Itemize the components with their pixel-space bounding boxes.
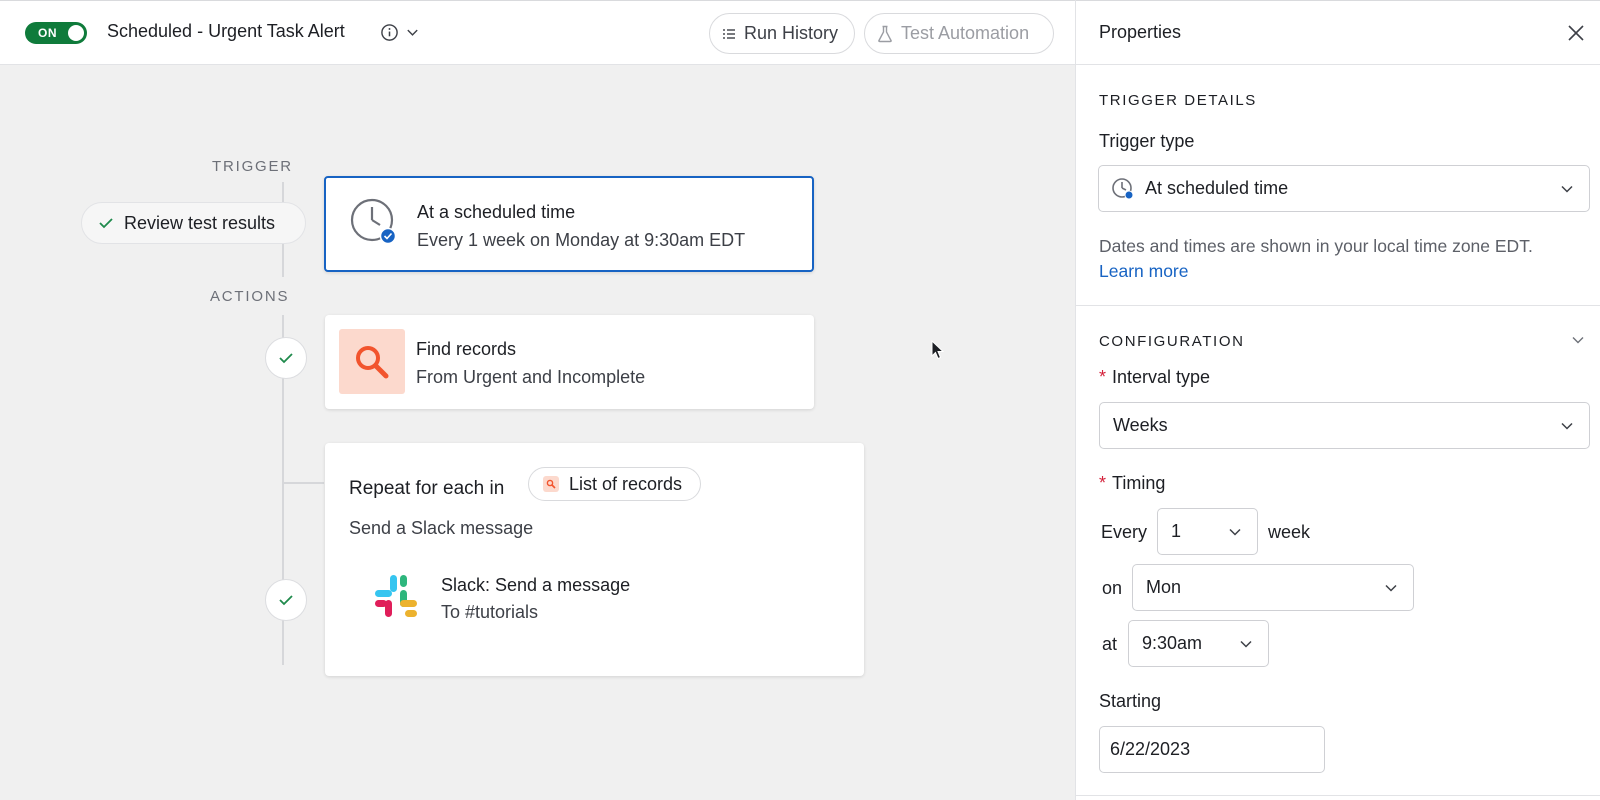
info-icon[interactable] (380, 23, 399, 42)
find-records-card[interactable]: Find records From Urgent and Incomplete (325, 315, 814, 409)
chevron-down-icon (1385, 584, 1397, 592)
panel-title: Properties (1099, 22, 1182, 42)
clock-icon (1112, 177, 1134, 199)
trigger-card-subtitle: Every 1 week on Monday at 9:30am EDT (417, 230, 746, 250)
cursor-icon (931, 340, 945, 360)
at-label: at (1102, 634, 1118, 654)
timing-label-text: Timing (1112, 473, 1166, 493)
day-value: Mon (1146, 577, 1182, 597)
every-value: 1 (1171, 521, 1182, 541)
chevron-down-icon (1229, 528, 1241, 536)
review-test-results-button[interactable]: Review test results (81, 202, 306, 244)
find-records-status (265, 337, 307, 379)
configuration-heading: CONFIGURATION (1099, 333, 1245, 350)
interval-type-label: * Interval type (1099, 367, 1210, 388)
toggle-knob (68, 25, 84, 41)
slack-action-subtitle: To #tutorials (441, 602, 539, 622)
slack-action-status (265, 579, 307, 621)
close-icon[interactable] (1566, 23, 1586, 43)
week-label: week (1268, 522, 1311, 542)
panel-header: Properties (1076, 0, 1600, 65)
timing-label: * Timing (1099, 473, 1165, 494)
interval-type-select[interactable]: Weeks (1099, 402, 1590, 449)
test-automation-label: Test Automation (901, 23, 1030, 43)
repeat-title: Repeat for each in (349, 478, 505, 499)
on-label: on (1102, 578, 1123, 598)
trigger-card[interactable]: At a scheduled time Every 1 week on Mond… (324, 176, 814, 272)
starting-date-value: 6/22/2023 (1110, 739, 1191, 759)
automation-toggle[interactable]: ON (25, 22, 87, 44)
interval-type-label-text: Interval type (1112, 367, 1211, 387)
check-icon (99, 218, 113, 229)
automation-title[interactable]: Scheduled - Urgent Task Alert (107, 21, 345, 42)
search-icon (543, 476, 559, 492)
automation-header: ON Scheduled - Urgent Task Alert Run His… (0, 0, 1075, 65)
flask-icon (878, 25, 892, 42)
slack-icon (375, 575, 417, 617)
check-icon (279, 595, 293, 606)
list-of-records-chip[interactable]: List of records (528, 467, 701, 501)
repeat-connector (282, 482, 324, 484)
chevron-down-icon[interactable] (405, 25, 420, 40)
starting-date-input[interactable]: 6/22/2023 (1099, 726, 1325, 773)
section-divider (1076, 305, 1600, 306)
toggle-label: ON (38, 26, 57, 40)
timezone-help-text: Dates and times are shown in your local … (1099, 236, 1533, 256)
required-marker: * (1099, 367, 1107, 387)
required-marker: * (1099, 473, 1107, 493)
interval-type-value: Weeks (1113, 415, 1168, 435)
chevron-down-icon (1561, 185, 1573, 193)
day-select[interactable]: Mon (1132, 564, 1414, 611)
run-history-button[interactable]: Run History (709, 13, 855, 54)
records-chip-label: List of records (569, 473, 683, 494)
every-label: Every (1101, 522, 1148, 542)
find-records-title: Find records (416, 339, 517, 359)
check-icon (279, 353, 293, 364)
test-automation-button[interactable]: Test Automation (864, 13, 1054, 54)
trigger-type-value: At scheduled time (1145, 178, 1289, 198)
review-label: Review test results (124, 212, 276, 233)
properties-panel: Properties TRIGGER DETAILS Trigger type … (1075, 0, 1600, 800)
run-history-label: Run History (744, 23, 839, 43)
trigger-details-heading: TRIGGER DETAILS (1099, 92, 1257, 109)
every-select[interactable]: 1 (1157, 508, 1258, 555)
search-icon (356, 345, 389, 378)
chevron-down-icon[interactable] (1570, 332, 1586, 348)
trigger-card-title: At a scheduled time (417, 202, 576, 222)
timezone-help: Dates and times are shown in your local … (1099, 234, 1579, 284)
search-tile (339, 329, 405, 394)
chevron-down-icon (1240, 640, 1252, 648)
workflow-canvas: TRIGGER ACTIONS Review test results At a… (0, 65, 1075, 800)
time-select[interactable]: 9:30am (1128, 620, 1269, 667)
trigger-type-select[interactable]: At scheduled time (1098, 165, 1590, 212)
time-value: 9:30am (1142, 633, 1203, 653)
bottom-divider (1076, 795, 1600, 796)
actions-section-label: ACTIONS (210, 288, 290, 305)
find-records-subtitle: From Urgent and Incomplete (416, 367, 646, 387)
slack-action-title: Slack: Send a message (441, 575, 631, 595)
repeat-description: Send a Slack message (349, 518, 534, 538)
clock-icon (350, 198, 397, 245)
trigger-type-label: Trigger type (1099, 131, 1195, 151)
learn-more-link[interactable]: Learn more (1099, 261, 1189, 281)
run-history-icon (723, 28, 735, 39)
starting-label: Starting (1099, 691, 1162, 711)
trigger-section-label: TRIGGER (212, 158, 293, 175)
chevron-down-icon (1561, 422, 1573, 430)
